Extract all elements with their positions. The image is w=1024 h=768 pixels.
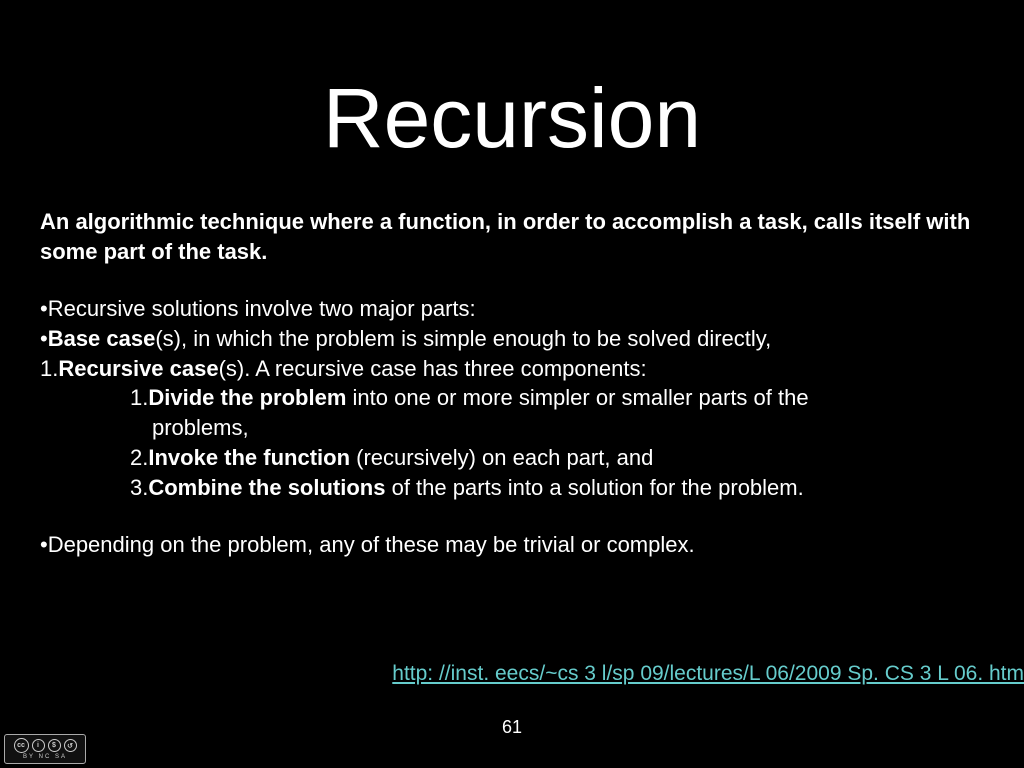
cc-sa-icon: ↺ [64,739,77,752]
cc-icons-row: cc i $ ↺ [14,738,77,753]
bullet-text: (recursively) on each part, and [350,445,653,470]
bullet-text: Recursive solutions involve two major pa… [48,296,476,321]
sub-bullet-item: 2.Invoke the function (recursively) on e… [40,443,984,473]
number-mark: 1. [40,356,58,381]
sub-bullet-item: 1.Divide the problem into one or more si… [40,383,984,413]
cc-license-badge: cc i $ ↺ BY NC SA [4,734,86,764]
slide-subtitle: An algorithmic technique where a functio… [40,207,984,266]
cc-labels: BY NC SA [23,754,67,760]
slide: Recursion An algorithmic technique where… [0,0,1024,768]
bullet-text: (s). A recursive case has three componen… [219,356,647,381]
bullet-text: (s), in which the problem is simple enou… [155,326,771,351]
bullet-text: Depending on the problem, any of these m… [48,532,695,557]
bullet-item: •Recursive solutions involve two major p… [40,294,984,324]
sub-bullet-item: 3.Combine the solutions of the parts int… [40,473,984,503]
bullet-text: problems, [152,415,249,440]
bullet-text: into one or more simpler or smaller part… [346,385,808,410]
cc-by-icon: i [32,739,45,752]
bullet-dot-icon: • [40,326,48,351]
bullet-bold: Invoke the function [148,445,350,470]
page-number: 61 [502,717,522,738]
bullet-bold: Base case [48,326,156,351]
bullet-bold: Combine the solutions [148,475,385,500]
number-mark: 1. [130,385,148,410]
bullet-item: 1.Recursive case(s). A recursive case ha… [40,354,984,384]
bullet-dot-icon: • [40,532,48,557]
bullet-bold: Recursive case [58,356,218,381]
bullet-text: of the parts into a solution for the pro… [385,475,803,500]
bullet-item: •Base case(s), in which the problem is s… [40,324,984,354]
bullet-dot-icon: • [40,296,48,321]
sub-bullet-continuation: problems, [40,413,984,443]
source-link[interactable]: http: //inst. eecs/~cs 3 l/sp 09/lecture… [392,662,1024,686]
bullet-bold: Divide the problem [148,385,346,410]
slide-body: •Recursive solutions involve two major p… [40,294,984,560]
number-mark: 3. [130,475,148,500]
cc-logo-icon: cc [14,738,29,753]
number-mark: 2. [130,445,148,470]
bullet-item: •Depending on the problem, any of these … [40,530,984,560]
slide-title: Recursion [40,70,984,167]
cc-nc-icon: $ [48,739,61,752]
